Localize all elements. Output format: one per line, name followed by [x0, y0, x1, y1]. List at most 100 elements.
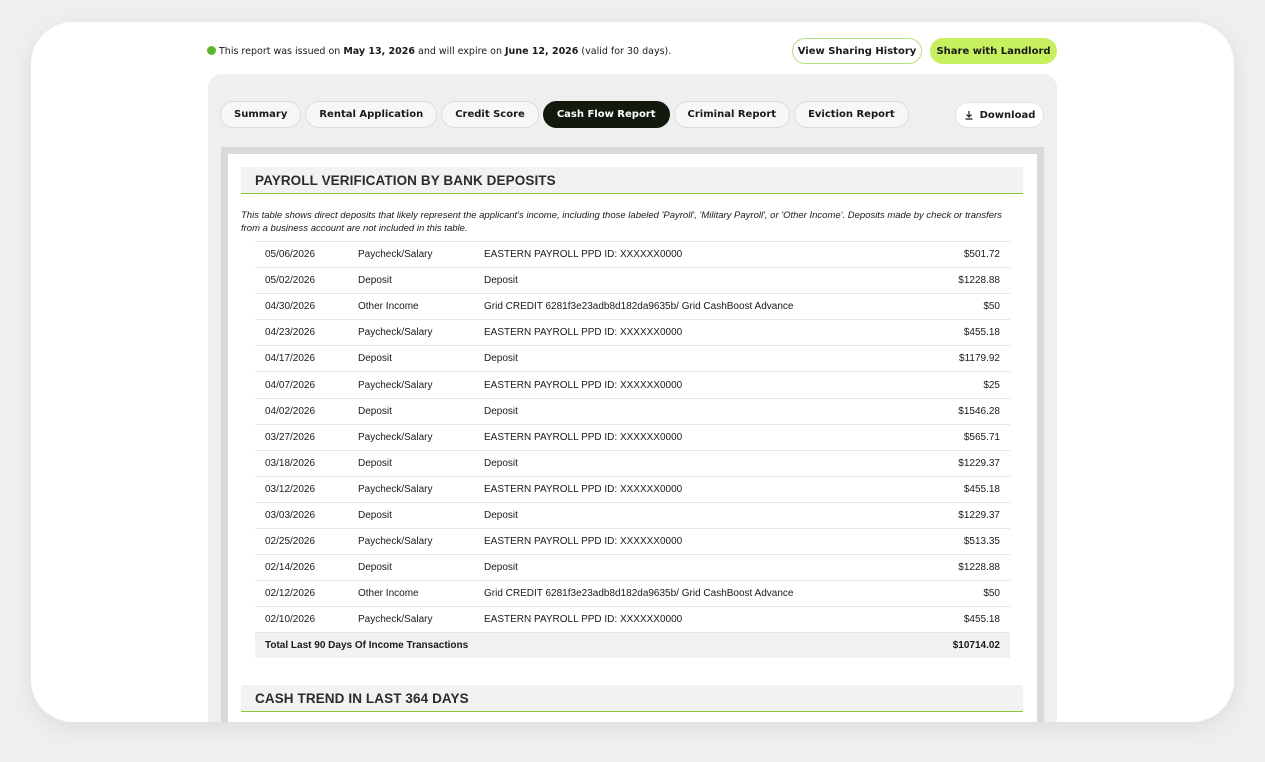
row-type: Paycheck/Salary	[358, 371, 484, 399]
table-row: 03/27/2026 Paycheck/Salary EASTERN PAYROLL…	[255, 424, 1010, 451]
table-row: 04/07/2026 Paycheck/Salary EASTERN PAYROLL…	[255, 371, 1010, 399]
row-description: EASTERN PAYROLL PPD ID: XXXXXX0000	[484, 606, 928, 634]
row-date: 04/17/2026	[255, 345, 358, 373]
row-description: EASTERN PAYROLL PPD ID: XXXXXX0000	[484, 371, 928, 399]
view-sharing-history-button[interactable]: View Sharing History	[792, 38, 922, 64]
row-description: Deposit	[484, 267, 928, 295]
row-type: Paycheck/Salary	[358, 606, 484, 634]
row-date: 03/03/2026	[255, 502, 358, 530]
row-description: Grid CREDIT 6281f3e23adb8d182da9635b/ Gr…	[484, 580, 928, 608]
report-tabs: Summary Rental Application Credit Score Cas…	[220, 101, 909, 129]
app-window: This report was issued on May 13, 2026 a…	[31, 22, 1234, 722]
payroll-table: 05/06/2026 Paycheck/Salary EASTERN PAYROLL…	[255, 240, 1010, 658]
download-label: Download	[979, 109, 1036, 121]
row-date: 04/02/2026	[255, 398, 358, 425]
table-row: 03/12/2026 Paycheck/Salary EASTERN PAYROLL…	[255, 476, 1010, 503]
row-description: EASTERN PAYROLL PPD ID: XXXXXX0000	[484, 476, 928, 503]
row-type: Deposit	[358, 554, 484, 582]
row-date: 03/27/2026	[255, 424, 358, 451]
row-amount: $25	[927, 371, 1010, 399]
table-row: 05/06/2026 Paycheck/Salary EASTERN PAYROLL…	[255, 240, 1010, 269]
row-amount: $1546.28	[927, 398, 1010, 425]
row-date: 02/12/2026	[255, 580, 358, 608]
payroll-description: This table shows direct deposits that li…	[241, 210, 1002, 234]
table-row: 02/14/2026 Deposit Deposit $1228.88	[255, 554, 1010, 582]
download-button[interactable]: Download	[955, 102, 1044, 128]
row-amount: $1229.37	[927, 450, 1010, 477]
table-row: 04/02/2026 Deposit Deposit $1546.28	[255, 398, 1010, 425]
row-type: Deposit	[358, 398, 484, 425]
row-amount: $565.71	[927, 424, 1010, 451]
table-row: 03/03/2026 Deposit Deposit $1229.37	[255, 502, 1010, 530]
row-date: 05/02/2026	[255, 267, 358, 295]
table-row: 02/25/2026 Paycheck/Salary EASTERN PAYROLL…	[255, 528, 1010, 556]
row-date: 02/14/2026	[255, 554, 358, 582]
check-circle-icon	[207, 46, 216, 55]
table-row: 04/17/2026 Deposit Deposit $1179.92	[255, 345, 1010, 373]
notice-suffix: (valid for 30 days).	[578, 46, 672, 57]
row-amount: $50	[927, 293, 1010, 321]
table-row: 03/18/2026 Deposit Deposit $1229.37	[255, 450, 1010, 477]
row-description: Deposit	[484, 345, 928, 373]
table-row: 05/02/2026 Deposit Deposit $1228.88	[255, 267, 1010, 295]
row-date: 03/18/2026	[255, 450, 358, 477]
row-description: Deposit	[484, 398, 928, 425]
row-date: 02/10/2026	[255, 606, 358, 634]
notice-prefix: This report was issued on	[219, 46, 344, 57]
row-type: Deposit	[358, 345, 484, 373]
tab-summary[interactable]: Summary	[220, 101, 302, 128]
share-with-landlord-button[interactable]: Share with Landlord	[930, 38, 1057, 64]
row-description: EASTERN PAYROLL PPD ID: XXXXXX0000	[484, 424, 928, 451]
row-amount: $50	[927, 580, 1010, 608]
table-row: 04/30/2026 Other Income Grid CREDIT 6281f3…	[255, 293, 1010, 321]
row-type: Paycheck/Salary	[358, 424, 484, 451]
row-date: 02/25/2026	[255, 528, 358, 556]
tab-rental-application[interactable]: Rental Application	[305, 101, 438, 128]
row-type: Paycheck/Salary	[358, 240, 484, 269]
row-type: Other Income	[358, 580, 484, 608]
row-amount: $501.72	[927, 240, 1010, 269]
report-document: PAYROLL VERIFICATION BY BANK DEPOSITS Th…	[228, 154, 1037, 722]
row-amount: $455.18	[927, 476, 1010, 503]
tab-criminal-report[interactable]: Criminal Report	[673, 101, 791, 128]
row-description: EASTERN PAYROLL PPD ID: XXXXXX0000	[484, 240, 928, 269]
row-amount: $1228.88	[927, 267, 1010, 295]
report-panel: Summary Rental Application Credit Score Cas…	[208, 74, 1057, 722]
row-type: Paycheck/Salary	[358, 319, 484, 347]
row-type: Other Income	[358, 293, 484, 321]
row-type: Deposit	[358, 450, 484, 477]
row-description: Grid CREDIT 6281f3e23adb8d182da9635b/ Gr…	[484, 293, 928, 321]
row-date: 03/12/2026	[255, 476, 358, 503]
cash-trend-section-title: CASH TREND IN LAST 364 DAYS	[241, 685, 1023, 712]
row-description: Deposit	[484, 554, 928, 582]
row-date: 04/30/2026	[255, 293, 358, 321]
report-validity-notice: This report was issued on May 13, 2026 a…	[207, 46, 671, 57]
report-banner: This report was issued on May 13, 2026 a…	[207, 38, 1057, 68]
row-amount: $1228.88	[927, 554, 1010, 582]
tab-credit-score[interactable]: Credit Score	[441, 101, 539, 128]
tab-eviction-report[interactable]: Eviction Report	[794, 101, 909, 128]
row-date: 05/06/2026	[255, 240, 358, 269]
row-description: EASTERN PAYROLL PPD ID: XXXXXX0000	[484, 319, 928, 347]
report-viewer[interactable]: PAYROLL VERIFICATION BY BANK DEPOSITS Th…	[221, 147, 1044, 722]
total-amount: $10714.02	[927, 632, 1010, 658]
row-description: EASTERN PAYROLL PPD ID: XXXXXX0000	[484, 528, 928, 556]
row-amount: $455.18	[927, 606, 1010, 634]
row-type: Paycheck/Salary	[358, 528, 484, 556]
row-type: Deposit	[358, 267, 484, 295]
total-label: Total Last 90 Days Of Income Transaction…	[255, 632, 928, 658]
row-description: Deposit	[484, 502, 928, 530]
payroll-section-title: PAYROLL VERIFICATION BY BANK DEPOSITS	[241, 167, 1023, 194]
expiry-date: June 12, 2026	[505, 46, 579, 57]
row-amount: $513.35	[927, 528, 1010, 556]
row-amount: $455.18	[927, 319, 1010, 347]
row-amount: $1229.37	[927, 502, 1010, 530]
table-row: 04/23/2026 Paycheck/Salary EASTERN PAYROLL…	[255, 319, 1010, 347]
tab-cash-flow-report[interactable]: Cash Flow Report	[542, 101, 670, 128]
notice-middle: and will expire on	[415, 46, 506, 57]
row-description: Deposit	[484, 450, 928, 477]
total-row: Total Last 90 Days Of Income Transaction…	[255, 632, 1010, 658]
table-row: 02/10/2026 Paycheck/Salary EASTERN PAYROLL…	[255, 606, 1010, 634]
row-type: Deposit	[358, 502, 484, 530]
download-icon	[965, 111, 973, 120]
